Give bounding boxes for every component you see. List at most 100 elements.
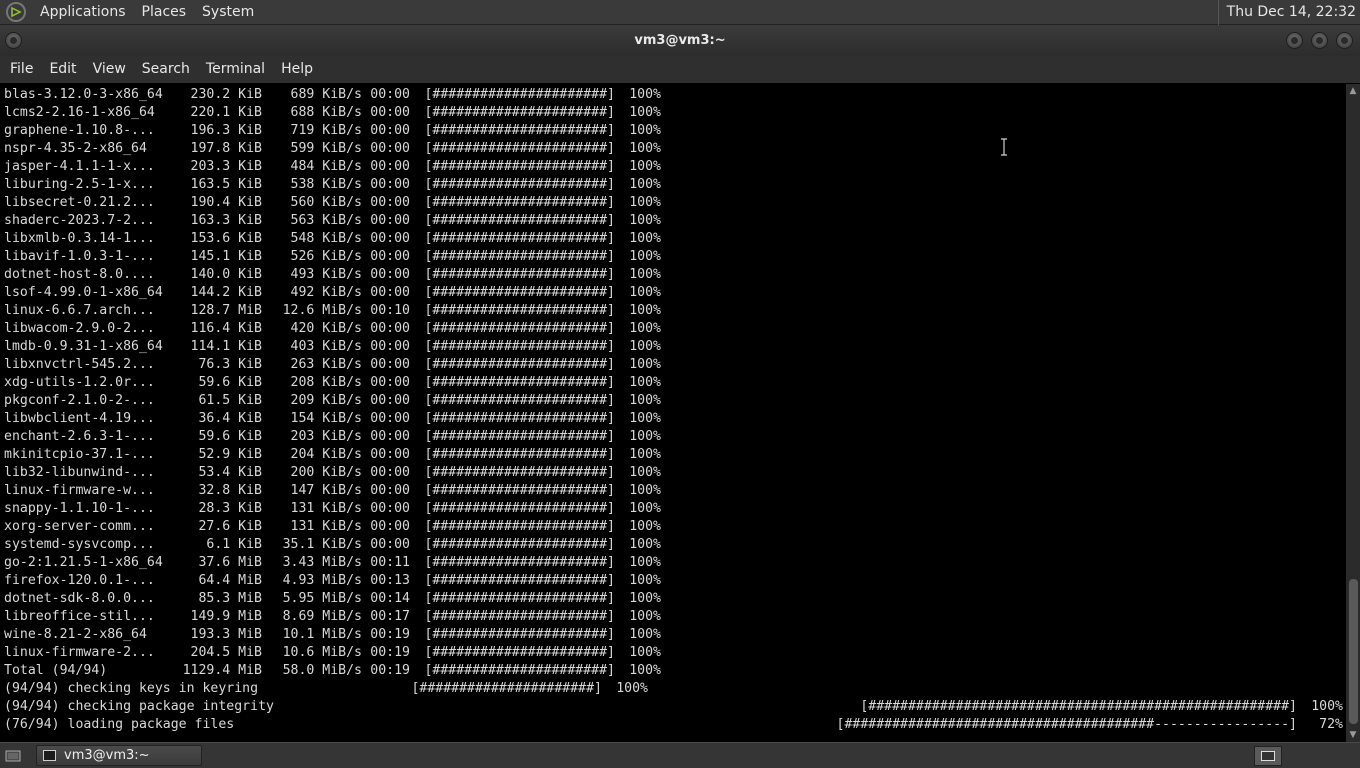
scroll-up-icon[interactable]: ▲ bbox=[1346, 84, 1360, 98]
download-row: wine-8.21-2-x86_64 193.3 MiB 10.1 MiB/s 00:… bbox=[4, 626, 1346, 644]
package-size: 1129.4 MiB bbox=[182, 663, 262, 678]
package-name: pkgconf-2.1.0-2-... bbox=[4, 393, 155, 408]
download-time: 00:00 bbox=[370, 213, 410, 228]
progress-bar: [######################] bbox=[424, 123, 615, 138]
package-size: 27.6 KiB bbox=[198, 519, 262, 534]
keys-line: (94/94) checking keys in keyring [#######… bbox=[4, 680, 1346, 698]
package-size: 153.6 KiB bbox=[190, 231, 262, 246]
download-row: lmdb-0.9.31-1-x86_64 114.1 KiB 403 KiB/s 00… bbox=[4, 338, 1346, 356]
progress-bar: [######################] bbox=[424, 105, 615, 120]
package-name: linux-firmware-2... bbox=[4, 645, 155, 660]
download-time: 00:17 bbox=[370, 609, 410, 624]
loading-line-bar: [#######################################… bbox=[836, 717, 1298, 732]
scroll-down-icon[interactable]: ▼ bbox=[1346, 728, 1360, 742]
progress-bar: [######################] bbox=[424, 285, 615, 300]
download-speed: 154 KiB/s bbox=[290, 411, 362, 426]
package-size: 145.1 KiB bbox=[190, 249, 262, 264]
taskbar-window-label: vm3@vm3:~ bbox=[64, 748, 150, 763]
progress-bar: [######################] bbox=[424, 663, 615, 678]
progress-bar: [######################] bbox=[424, 159, 615, 174]
progress-percent: 100% bbox=[629, 645, 661, 660]
progress-bar: [######################] bbox=[424, 321, 615, 336]
download-speed: 147 KiB/s bbox=[290, 483, 362, 498]
system-menu[interactable]: System bbox=[194, 0, 262, 25]
workspace-switcher[interactable] bbox=[1254, 746, 1282, 766]
package-name: shaderc-2023.7-2... bbox=[4, 213, 155, 228]
download-time: 00:19 bbox=[370, 627, 410, 642]
package-name: libxnvctrl-545.2... bbox=[4, 357, 155, 372]
loading-line-text: (76/94) loading package files bbox=[4, 717, 235, 732]
terminal-app-icon bbox=[43, 750, 56, 761]
download-time: 00:00 bbox=[370, 429, 410, 444]
menu-edit[interactable]: Edit bbox=[41, 56, 84, 83]
package-name: mkinitcpio-37.1-... bbox=[4, 447, 155, 462]
download-speed: 10.6 MiB/s bbox=[282, 645, 362, 660]
places-menu[interactable]: Places bbox=[134, 0, 195, 25]
menu-search[interactable]: Search bbox=[134, 56, 198, 83]
loading-line-percent: 72% bbox=[1319, 717, 1343, 732]
progress-bar: [######################] bbox=[424, 375, 615, 390]
close-button[interactable] bbox=[1336, 32, 1353, 49]
progress-bar: [######################] bbox=[424, 357, 615, 372]
download-row: systemd-sysvcomp... 6.1 KiB 35.1 KiB/s 00:0… bbox=[4, 536, 1346, 554]
panel-clock[interactable]: Thu Dec 14, 22:32 bbox=[1217, 0, 1356, 25]
maximize-button[interactable] bbox=[1311, 32, 1328, 49]
distro-logo-icon[interactable] bbox=[6, 2, 26, 22]
menu-file[interactable]: File bbox=[2, 56, 41, 83]
package-size: 140.0 KiB bbox=[190, 267, 262, 282]
minimize-button[interactable] bbox=[1286, 32, 1303, 49]
download-total-row: Total (94/94) 1129.4 MiB 58.0 MiB/s 00:19 [#… bbox=[4, 662, 1346, 680]
progress-percent: 100% bbox=[629, 141, 661, 156]
workspace-1[interactable] bbox=[1261, 751, 1275, 761]
download-speed: 208 KiB/s bbox=[290, 375, 362, 390]
package-size: 61.5 KiB bbox=[198, 393, 262, 408]
progress-bar: [######################] bbox=[424, 339, 615, 354]
download-speed: 599 KiB/s bbox=[290, 141, 362, 156]
progress-bar: [######################] bbox=[424, 447, 615, 462]
download-time: 00:00 bbox=[370, 177, 410, 192]
progress-percent: 100% bbox=[629, 159, 661, 174]
download-time: 00:00 bbox=[370, 231, 410, 246]
terminal-menubar: File Edit View Search Terminal Help bbox=[0, 56, 1360, 83]
download-speed: 538 KiB/s bbox=[290, 177, 362, 192]
download-time: 00:00 bbox=[370, 501, 410, 516]
download-row: libwbclient-4.19... 36.4 KiB 154 KiB/s 00:0… bbox=[4, 410, 1346, 428]
download-row: linux-firmware-2... 204.5 MiB 10.6 MiB/s 00… bbox=[4, 644, 1346, 662]
download-speed: 3.43 MiB/s bbox=[282, 555, 362, 570]
download-speed: 209 KiB/s bbox=[290, 393, 362, 408]
download-speed: 420 KiB/s bbox=[290, 321, 362, 336]
progress-percent: 100% bbox=[629, 267, 661, 282]
progress-bar: [######################] bbox=[424, 231, 615, 246]
terminal-scrollbar[interactable]: ▲ ▼ bbox=[1346, 84, 1360, 742]
applications-menu[interactable]: Applications bbox=[32, 0, 134, 25]
download-row: lcms2-2.16-1-x86_64 220.1 KiB 688 KiB/s 00:… bbox=[4, 104, 1346, 122]
download-time: 00:00 bbox=[370, 393, 410, 408]
package-size: 114.1 KiB bbox=[190, 339, 262, 354]
download-row: lsof-4.99.0-1-x86_64 144.2 KiB 492 KiB/s 00… bbox=[4, 284, 1346, 302]
download-row: libavif-1.0.3-1-... 145.1 KiB 526 KiB/s 00:… bbox=[4, 248, 1346, 266]
progress-percent: 100% bbox=[629, 627, 661, 642]
scrollbar-thumb[interactable] bbox=[1349, 579, 1358, 724]
package-size: 203.3 KiB bbox=[190, 159, 262, 174]
download-row: linux-6.6.7.arch... 128.7 MiB 12.6 MiB/s 00… bbox=[4, 302, 1346, 320]
progress-percent: 100% bbox=[629, 483, 661, 498]
menu-view[interactable]: View bbox=[85, 56, 134, 83]
package-size: 163.5 KiB bbox=[190, 177, 262, 192]
package-name: go-2:1.21.5-1-x86_64 bbox=[4, 555, 163, 570]
download-time: 00:00 bbox=[370, 375, 410, 390]
progress-bar: [######################] bbox=[424, 249, 615, 264]
menu-terminal[interactable]: Terminal bbox=[198, 56, 273, 83]
download-speed: 131 KiB/s bbox=[290, 519, 362, 534]
taskbar-window-button[interactable]: vm3@vm3:~ bbox=[36, 745, 202, 766]
progress-bar: [######################] bbox=[424, 609, 615, 624]
package-size: 6.1 KiB bbox=[206, 537, 262, 552]
package-name: libwacom-2.9.0-2... bbox=[4, 321, 155, 336]
window-titlebar[interactable]: vm3@vm3:~ bbox=[0, 25, 1360, 56]
download-row: dotnet-host-8.0.... 140.0 KiB 493 KiB/s 00:… bbox=[4, 266, 1346, 284]
show-desktop-icon[interactable] bbox=[2, 746, 24, 766]
progress-bar: [######################] bbox=[424, 267, 615, 282]
menu-help[interactable]: Help bbox=[273, 56, 321, 83]
terminal-output[interactable]: blas-3.12.0-3-x86_64 230.2 KiB 689 KiB/s 00… bbox=[0, 84, 1346, 742]
download-speed: 5.95 MiB/s bbox=[282, 591, 362, 606]
progress-bar: [######################] bbox=[424, 537, 615, 552]
